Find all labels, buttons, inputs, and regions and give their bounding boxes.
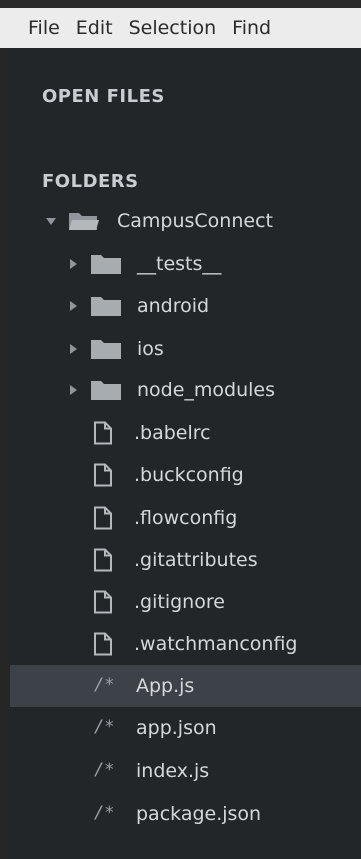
chevron-right-icon[interactable] xyxy=(70,385,77,395)
folder-icon xyxy=(91,255,121,274)
chevron-down-icon[interactable] xyxy=(46,218,56,225)
tree-item-folder[interactable]: __tests__ xyxy=(10,243,361,285)
tree-item-file[interactable]: .watchmanconfig xyxy=(10,623,361,665)
file-icon xyxy=(94,463,112,487)
tree-item-label: ios xyxy=(137,338,164,360)
tree-item-label: .gitattributes xyxy=(134,549,258,571)
folders-heading[interactable]: FOLDERS xyxy=(42,171,139,192)
tree-item-label: .babelrc xyxy=(134,422,211,444)
tree-item-file[interactable]: .gitignore xyxy=(10,581,361,623)
code-file-icon: /* xyxy=(94,717,115,737)
tree-item-label: __tests__ xyxy=(137,253,222,275)
folder-icon xyxy=(91,297,121,316)
tree-item-file[interactable]: /* index.js xyxy=(10,750,361,792)
tree-item-label: package.json xyxy=(136,803,262,825)
tree-item-folder[interactable]: android xyxy=(10,285,361,327)
chevron-right-icon[interactable] xyxy=(70,301,77,311)
menu-edit[interactable]: Edit xyxy=(68,8,121,48)
tree-item-label: .watchmanconfig xyxy=(134,633,298,655)
tree-item-label: index.js xyxy=(136,760,210,782)
tree-item-file[interactable]: .flowconfig xyxy=(10,497,361,539)
tree-item-label: .flowconfig xyxy=(134,507,238,529)
tree-item-label: android xyxy=(137,295,210,317)
tree-item-label: App.js xyxy=(136,675,195,697)
tree-item-file[interactable]: /* app.json xyxy=(10,707,361,749)
tree-item-label: node_modules xyxy=(137,379,276,401)
menu-file[interactable]: File xyxy=(0,8,68,48)
tree-item-folder[interactable]: ios xyxy=(10,328,361,370)
tree-item-file[interactable]: .gitattributes xyxy=(10,539,361,581)
tree-item-file[interactable]: /* package.json xyxy=(10,793,361,835)
file-icon xyxy=(94,590,112,614)
chevron-right-icon[interactable] xyxy=(70,259,77,269)
chevron-right-icon[interactable] xyxy=(70,344,77,354)
tree-item-label: app.json xyxy=(136,717,217,739)
code-file-icon: /* xyxy=(94,760,115,780)
tree-item-file[interactable]: .buckconfig xyxy=(10,454,361,496)
open-files-heading[interactable]: OPEN FILES xyxy=(42,86,165,107)
tree-item-file-selected[interactable]: /* App.js xyxy=(10,665,361,707)
editor-window: File Edit Selection Find OPEN FILES FOLD… xyxy=(0,0,361,859)
sidebar: OPEN FILES FOLDERS CampusConnect __tests… xyxy=(10,48,361,859)
tree-item-file[interactable]: .babelrc xyxy=(10,412,361,454)
menu-bar: File Edit Selection Find xyxy=(0,8,361,48)
folder-open-icon xyxy=(69,213,99,230)
tree-item-root-folder[interactable]: CampusConnect xyxy=(10,200,361,242)
folder-icon xyxy=(91,340,121,359)
code-file-icon: /* xyxy=(94,803,115,823)
tree-item-folder[interactable]: node_modules xyxy=(10,369,361,411)
tree-item-label: CampusConnect xyxy=(117,210,273,232)
file-icon xyxy=(94,421,112,445)
tree-item-label: .buckconfig xyxy=(134,464,244,486)
file-icon xyxy=(94,506,112,530)
tree-item-label: .gitignore xyxy=(134,591,225,613)
file-icon xyxy=(94,632,112,656)
code-file-icon: /* xyxy=(94,675,115,695)
folder-icon xyxy=(91,381,121,400)
file-icon xyxy=(94,548,112,572)
menu-find[interactable]: Find xyxy=(224,8,279,48)
menu-selection[interactable]: Selection xyxy=(121,8,225,48)
window-frame-top xyxy=(0,0,361,8)
window-frame-left xyxy=(0,48,10,859)
